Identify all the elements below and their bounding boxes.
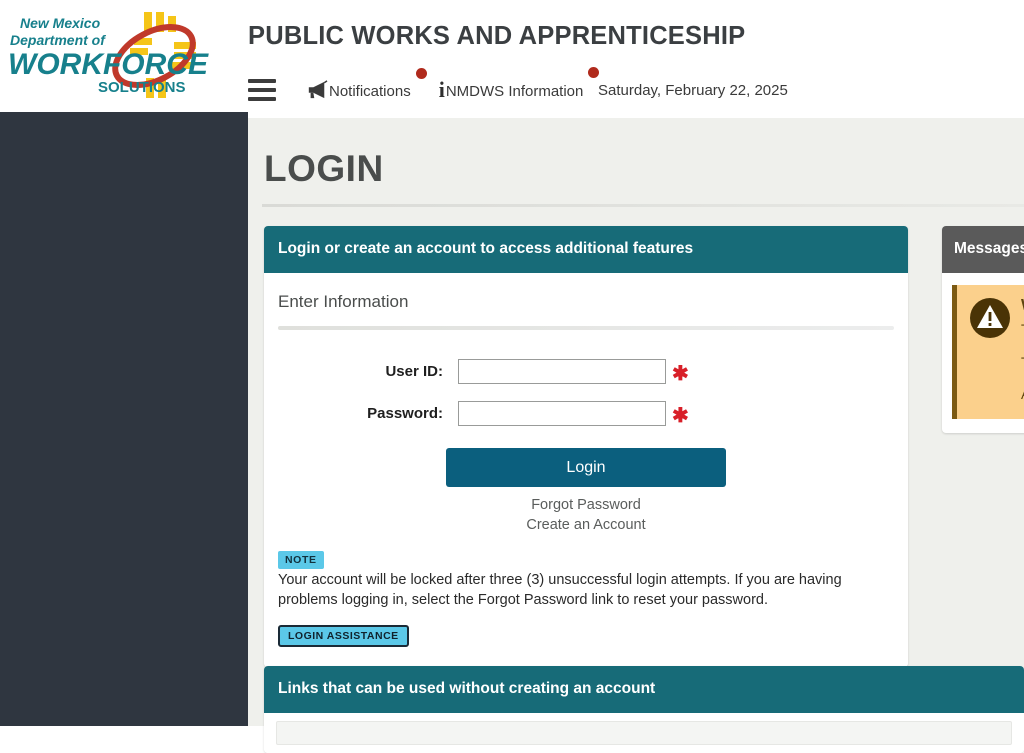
- warning-alert: W T u c T C E T a n i e A: [952, 285, 1024, 419]
- main-content: LOGIN Login or create an account to acce…: [248, 118, 1024, 753]
- bullhorn-icon: [308, 80, 328, 99]
- messages-panel: Messages W T u c T C E T a n i e A: [942, 226, 1024, 433]
- links-panel-body: [264, 713, 1024, 753]
- title-divider: [262, 204, 1024, 207]
- information-badge-dot: [588, 67, 600, 78]
- header-navbar: Notifications i NMDWS Information: [248, 67, 611, 110]
- site-title: PUBLIC WORKS AND APPRENTICESHIP: [248, 22, 746, 50]
- nav-item-notifications[interactable]: Notifications: [306, 68, 427, 100]
- login-panel: Login or create an account to access add…: [264, 226, 908, 667]
- forgot-password-link[interactable]: Forgot Password: [278, 496, 894, 516]
- page-title: LOGIN: [264, 148, 384, 189]
- nav-item-label: Notifications: [329, 83, 411, 100]
- messages-panel-body: W T u c T C E T a n i e A: [942, 273, 1024, 433]
- password-input[interactable]: [458, 400, 666, 426]
- create-account-link[interactable]: Create an Account: [278, 516, 894, 536]
- svg-text:SOLUTIONS: SOLUTIONS: [98, 79, 186, 96]
- required-asterisk-icon: ✱: [672, 405, 689, 427]
- svg-text:New Mexico: New Mexico: [20, 15, 101, 31]
- enter-information-label: Enter Information: [278, 292, 409, 311]
- login-assistance-button[interactable]: LOGIN ASSISTANCE: [278, 625, 409, 647]
- info-icon: i: [438, 77, 445, 102]
- user-id-input[interactable]: [458, 358, 666, 384]
- login-panel-body: Enter Information User ID: ✱ Password: ✱…: [264, 273, 908, 667]
- header-date: Saturday, February 22, 2025: [598, 82, 788, 99]
- login-panel-header: Login or create an account to access add…: [264, 226, 908, 273]
- password-label: Password:: [367, 404, 443, 422]
- nav-item-label: NMDWS Information: [445, 83, 584, 100]
- warning-triangle-icon: [970, 298, 1010, 338]
- required-asterisk-icon: ✱: [672, 363, 689, 385]
- user-id-label: User ID:: [385, 362, 443, 380]
- password-field-row: Password: ✱: [278, 400, 894, 426]
- note-text: Your account will be locked after three …: [278, 572, 842, 608]
- messages-panel-header: Messages: [942, 226, 1024, 273]
- links-panel-content: [276, 721, 1012, 745]
- login-button[interactable]: Login: [446, 448, 726, 487]
- section-divider: [278, 326, 894, 330]
- note-badge: NOTE: [278, 551, 324, 569]
- hamburger-menu-icon[interactable]: [248, 79, 276, 101]
- user-id-field-row: User ID: ✱: [278, 358, 894, 384]
- sidebar: [0, 112, 248, 726]
- notification-badge-dot: [415, 68, 427, 79]
- links-panel: Links that can be used without creating …: [264, 666, 1024, 753]
- links-panel-header: Links that can be used without creating …: [264, 666, 1024, 713]
- svg-text:Department of: Department of: [10, 32, 106, 48]
- svg-text:WORKFORCE: WORKFORCE: [8, 48, 209, 81]
- login-sub-links: Forgot Password Create an Account: [278, 496, 894, 535]
- nav-item-nmdws-information[interactable]: i NMDWS Information: [438, 67, 600, 102]
- nmdws-logo[interactable]: New Mexico Department of WORKFORCE SOLUT…: [6, 8, 211, 104]
- site-header: New Mexico Department of WORKFORCE SOLUT…: [0, 0, 1024, 112]
